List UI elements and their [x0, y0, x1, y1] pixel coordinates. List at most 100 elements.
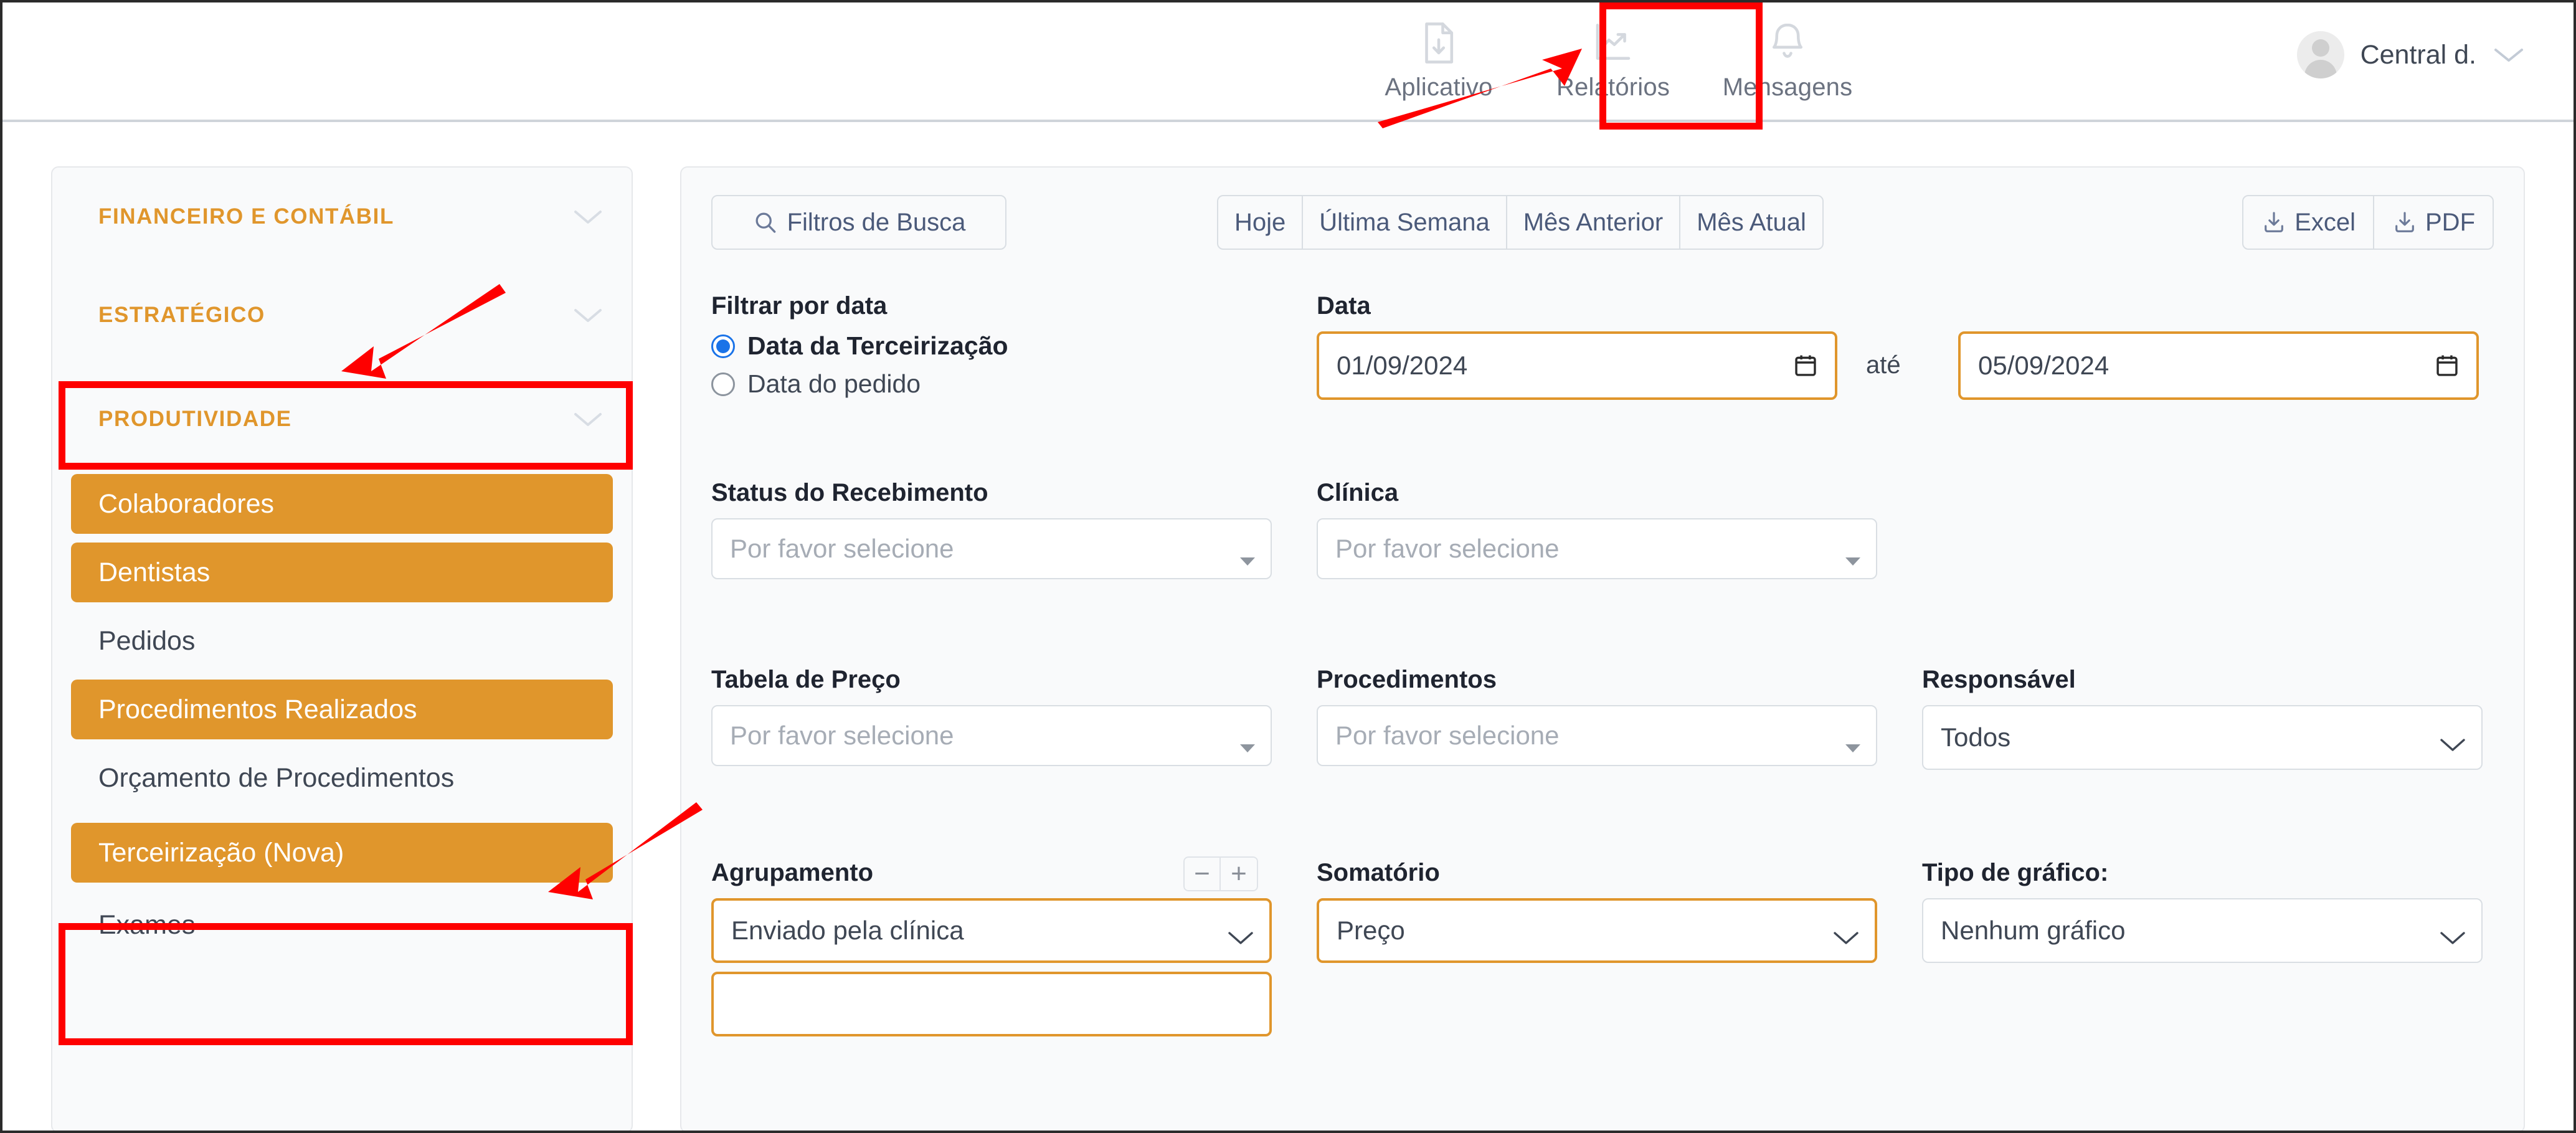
download-icon: [2392, 209, 2418, 235]
radio-option-data-da-terceirizacao[interactable]: Data da Terceirização: [711, 331, 1272, 361]
sidebar-item-pedidos[interactable]: Pedidos: [71, 611, 613, 671]
nav-item-label: Mensagens: [1722, 73, 1853, 101]
sidebar-item-procedimentos-realizados[interactable]: Procedimentos Realizados: [71, 680, 613, 739]
user-name: Central d.: [2360, 39, 2476, 70]
field-label: Responsável: [1922, 666, 2076, 693]
minus-icon: −: [1194, 858, 1210, 889]
field-label: Tipo de gráfico:: [1922, 859, 2109, 886]
report-chart-icon: [1589, 19, 1637, 67]
filters-form: Filtrar por data Data da Terceirização D…: [711, 292, 2505, 1046]
sidebar-group-estrategico[interactable]: ESTRATÉGICO: [52, 266, 632, 364]
sidebar-group-financeiro-e-contabil[interactable]: FINANCEIRO E CONTÁBIL: [52, 168, 632, 266]
field-data: Data 01/09/2024 até 05/09/2024: [1317, 292, 2500, 400]
chevron-down-icon: [2439, 729, 2466, 751]
export-label: PDF: [2425, 208, 2475, 236]
sidebar-item-label: Orçamento de Procedimentos: [98, 762, 455, 793]
export-pdf-button[interactable]: PDF: [2374, 196, 2493, 249]
radio-label: Data da Terceirização: [747, 331, 1008, 360]
radio-button-selected[interactable]: [711, 334, 735, 358]
range-button-mes-anterior[interactable]: Mês Anterior: [1507, 196, 1681, 249]
download-icon: [2261, 209, 2287, 235]
export-button-group: Excel PDF: [2242, 195, 2494, 250]
status-do-recebimento-select[interactable]: Por favor selecione: [711, 518, 1272, 579]
sidebar-item-exames[interactable]: Exames: [71, 895, 613, 955]
field-agrupamento: Agrupamento − + Enviado pela clínica: [711, 856, 1272, 1036]
export-excel-button[interactable]: Excel: [2243, 196, 2374, 249]
user-menu[interactable]: Central d.: [2296, 31, 2525, 78]
range-button-mes-atual[interactable]: Mês Atual: [1680, 196, 1822, 249]
radio-option-data-do-pedido[interactable]: Data do pedido: [711, 369, 1272, 399]
avatar-icon: [2296, 31, 2344, 78]
field-label: Filtrar por data: [711, 292, 888, 320]
field-label: Tabela de Preço: [711, 666, 901, 693]
filters-toolbar: Filtros de Busca Hoje Última Semana Mês …: [711, 195, 2494, 250]
export-label: Excel: [2294, 208, 2356, 236]
field-status-do-recebimento: Status do Recebimento Por favor selecion…: [711, 479, 1272, 579]
field-label: Data: [1317, 292, 1371, 320]
chevron-down-icon: [1832, 922, 1860, 944]
date-range-segmented-control: Hoje Última Semana Mês Anterior Mês Atua…: [1217, 195, 1824, 250]
date-to-input[interactable]: 05/09/2024: [1958, 331, 2479, 400]
search-filters-button[interactable]: Filtros de Busca: [711, 195, 1006, 250]
responsavel-select[interactable]: Todos: [1922, 705, 2483, 770]
sidebar-item-colaboradores[interactable]: Colaboradores: [71, 474, 613, 534]
calendar-icon[interactable]: [1791, 351, 1820, 380]
field-label: Status do Recebimento: [711, 479, 988, 506]
somatorio-select[interactable]: Preço: [1317, 898, 1877, 963]
sidebar-group-label: PRODUTIVIDADE: [98, 407, 292, 431]
radio-button[interactable]: [711, 372, 735, 396]
field-somatorio: Somatório Preço: [1317, 859, 1877, 963]
top-navigation-bar: Aplicativo Relatórios Mensagens Central …: [0, 0, 2576, 122]
select-placeholder: Por favor selecione: [1335, 721, 1560, 750]
chevron-down-icon: [2439, 922, 2466, 944]
sidebar-item-label: Procedimentos Realizados: [98, 694, 417, 724]
page-body: FINANCEIRO E CONTÁBIL ESTRATÉGICO PRODUT…: [0, 122, 2576, 1133]
tabela-de-preco-select[interactable]: Por favor selecione: [711, 705, 1272, 766]
bell-icon: [1763, 19, 1812, 67]
chevron-down-icon[interactable]: [2493, 45, 2525, 64]
date-separator-label: até: [1866, 351, 1901, 379]
sidebar-item-dentistas[interactable]: Dentistas: [71, 543, 613, 602]
procedimentos-select[interactable]: Por favor selecione: [1317, 705, 1877, 766]
agrupamento-stepper: − +: [1183, 856, 1258, 891]
field-label: Clínica: [1317, 479, 1399, 506]
select-value: Todos: [1941, 723, 2011, 752]
chevron-down-icon: [1227, 922, 1254, 944]
file-download-icon: [1414, 19, 1463, 67]
sidebar-item-terceirizacao-nova[interactable]: Terceirização (Nova): [71, 823, 613, 883]
nav-item-relatorios[interactable]: Relatórios: [1526, 0, 1700, 120]
chevron-down-icon: [572, 410, 604, 428]
sidebar-item-label: Pedidos: [98, 625, 196, 656]
sidebar-item-label: Colaboradores: [98, 488, 275, 519]
sidebar-group-produtividade[interactable]: PRODUTIVIDADE: [52, 364, 632, 474]
select-value: Preço: [1337, 916, 1405, 945]
field-label: Somatório: [1317, 859, 1440, 886]
nav-item-mensagens[interactable]: Mensagens: [1700, 0, 1875, 120]
range-button-hoje[interactable]: Hoje: [1218, 196, 1304, 249]
field-clinica: Clínica Por favor selecione: [1317, 479, 1877, 579]
agrupamento-add-button[interactable]: +: [1221, 856, 1258, 891]
caret-down-icon: [1239, 543, 1256, 566]
clinica-select[interactable]: Por favor selecione: [1317, 518, 1877, 579]
field-responsavel: Responsável Todos: [1922, 666, 2483, 770]
sidebar-item-label: Dentistas: [98, 557, 211, 587]
range-label: Última Semana: [1319, 208, 1490, 236]
nav-item-aplicativo[interactable]: Aplicativo: [1352, 0, 1526, 120]
reports-sidebar: FINANCEIRO E CONTÁBIL ESTRATÉGICO PRODUT…: [51, 166, 633, 1133]
report-filters-panel: Filtros de Busca Hoje Última Semana Mês …: [680, 166, 2525, 1133]
radio-label: Data do pedido: [747, 369, 921, 398]
agrupamento-remove-button[interactable]: −: [1183, 856, 1221, 891]
sidebar-item-label: Exames: [98, 909, 196, 940]
date-from-value: 01/09/2024: [1337, 351, 1468, 380]
range-button-ultima-semana[interactable]: Última Semana: [1303, 196, 1507, 249]
calendar-icon[interactable]: [2433, 351, 2461, 380]
agrupamento-select[interactable]: Enviado pela clínica: [711, 898, 1272, 963]
sidebar-item-label: Terceirização (Nova): [98, 837, 344, 868]
search-filters-label: Filtros de Busca: [787, 208, 966, 236]
select-placeholder: Por favor selecione: [730, 721, 954, 750]
date-from-input[interactable]: 01/09/2024: [1317, 331, 1837, 400]
chevron-down-icon: [572, 208, 604, 225]
agrupamento-select-secondary[interactable]: [711, 972, 1272, 1036]
tipo-de-grafico-select[interactable]: Nenhum gráfico: [1922, 898, 2483, 963]
sidebar-item-orcamento-de-procedimentos[interactable]: Orçamento de Procedimentos: [71, 748, 613, 808]
